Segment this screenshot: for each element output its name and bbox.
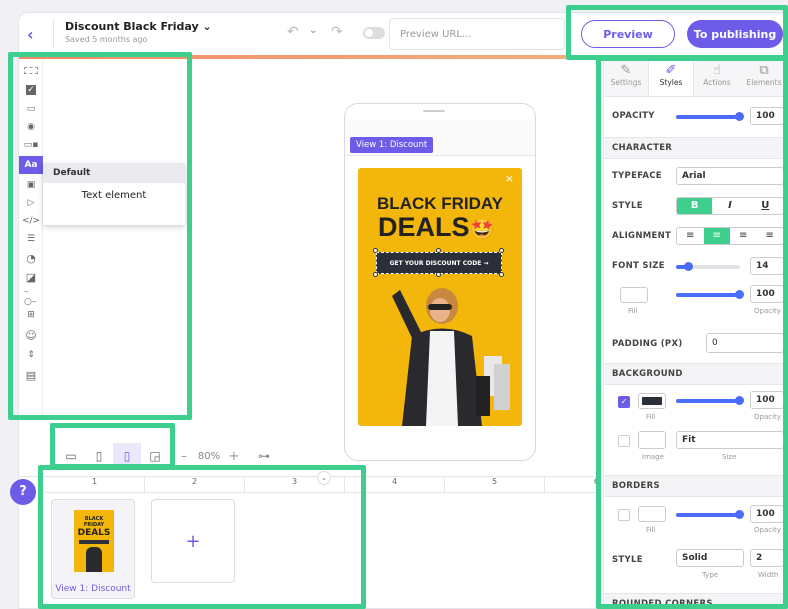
highlight-timeline: [38, 465, 366, 609]
star-eyes-icon: 🤩: [469, 219, 495, 241]
campaign-title[interactable]: Discount Black Friday ⌄: [65, 20, 212, 33]
redo-icon[interactable]: ↷: [331, 24, 343, 40]
promo-card[interactable]: × BLACK FRIDAY DEALS🤩 GET YOUR DISCOUNT …: [358, 168, 522, 426]
promo-cta-button[interactable]: GET YOUR DISCOUNT CODE →: [376, 252, 502, 274]
col-5: 5: [445, 477, 545, 492]
zoom-level: 80%: [197, 450, 221, 462]
back-icon[interactable]: ‹: [27, 25, 34, 44]
view-tag[interactable]: View 1: Discount: [350, 137, 434, 153]
title-text: Discount Black Friday: [65, 20, 199, 33]
highlight-tools-area: [8, 52, 192, 420]
sitemap-icon[interactable]: ⊶: [249, 449, 279, 463]
preview-toggle[interactable]: [363, 27, 385, 39]
highlight-device-bar: [50, 423, 175, 469]
highlight-style-panel: [596, 56, 788, 609]
promo-title[interactable]: BLACK FRIDAY: [358, 194, 522, 214]
chevron-down-icon[interactable]: ⌄: [203, 20, 212, 33]
divider: [53, 19, 54, 49]
zoom-out-button[interactable]: –: [175, 449, 193, 463]
highlight-publish-area: [566, 5, 788, 60]
col-6: 6: [593, 477, 599, 486]
deals-text: DEALS: [378, 212, 470, 242]
promo-deals[interactable]: DEALS🤩: [378, 212, 494, 243]
preview-url-input[interactable]: Preview URL...: [389, 18, 565, 50]
woman-image: [392, 288, 510, 426]
history-chevron-icon[interactable]: ⌄: [309, 25, 317, 36]
undo-icon[interactable]: ↶: [287, 24, 299, 40]
zoom-in-button[interactable]: +: [225, 449, 243, 464]
close-icon[interactable]: ×: [505, 172, 514, 185]
saved-status: Saved 5 months ago: [65, 35, 148, 44]
help-button[interactable]: ?: [10, 479, 36, 505]
